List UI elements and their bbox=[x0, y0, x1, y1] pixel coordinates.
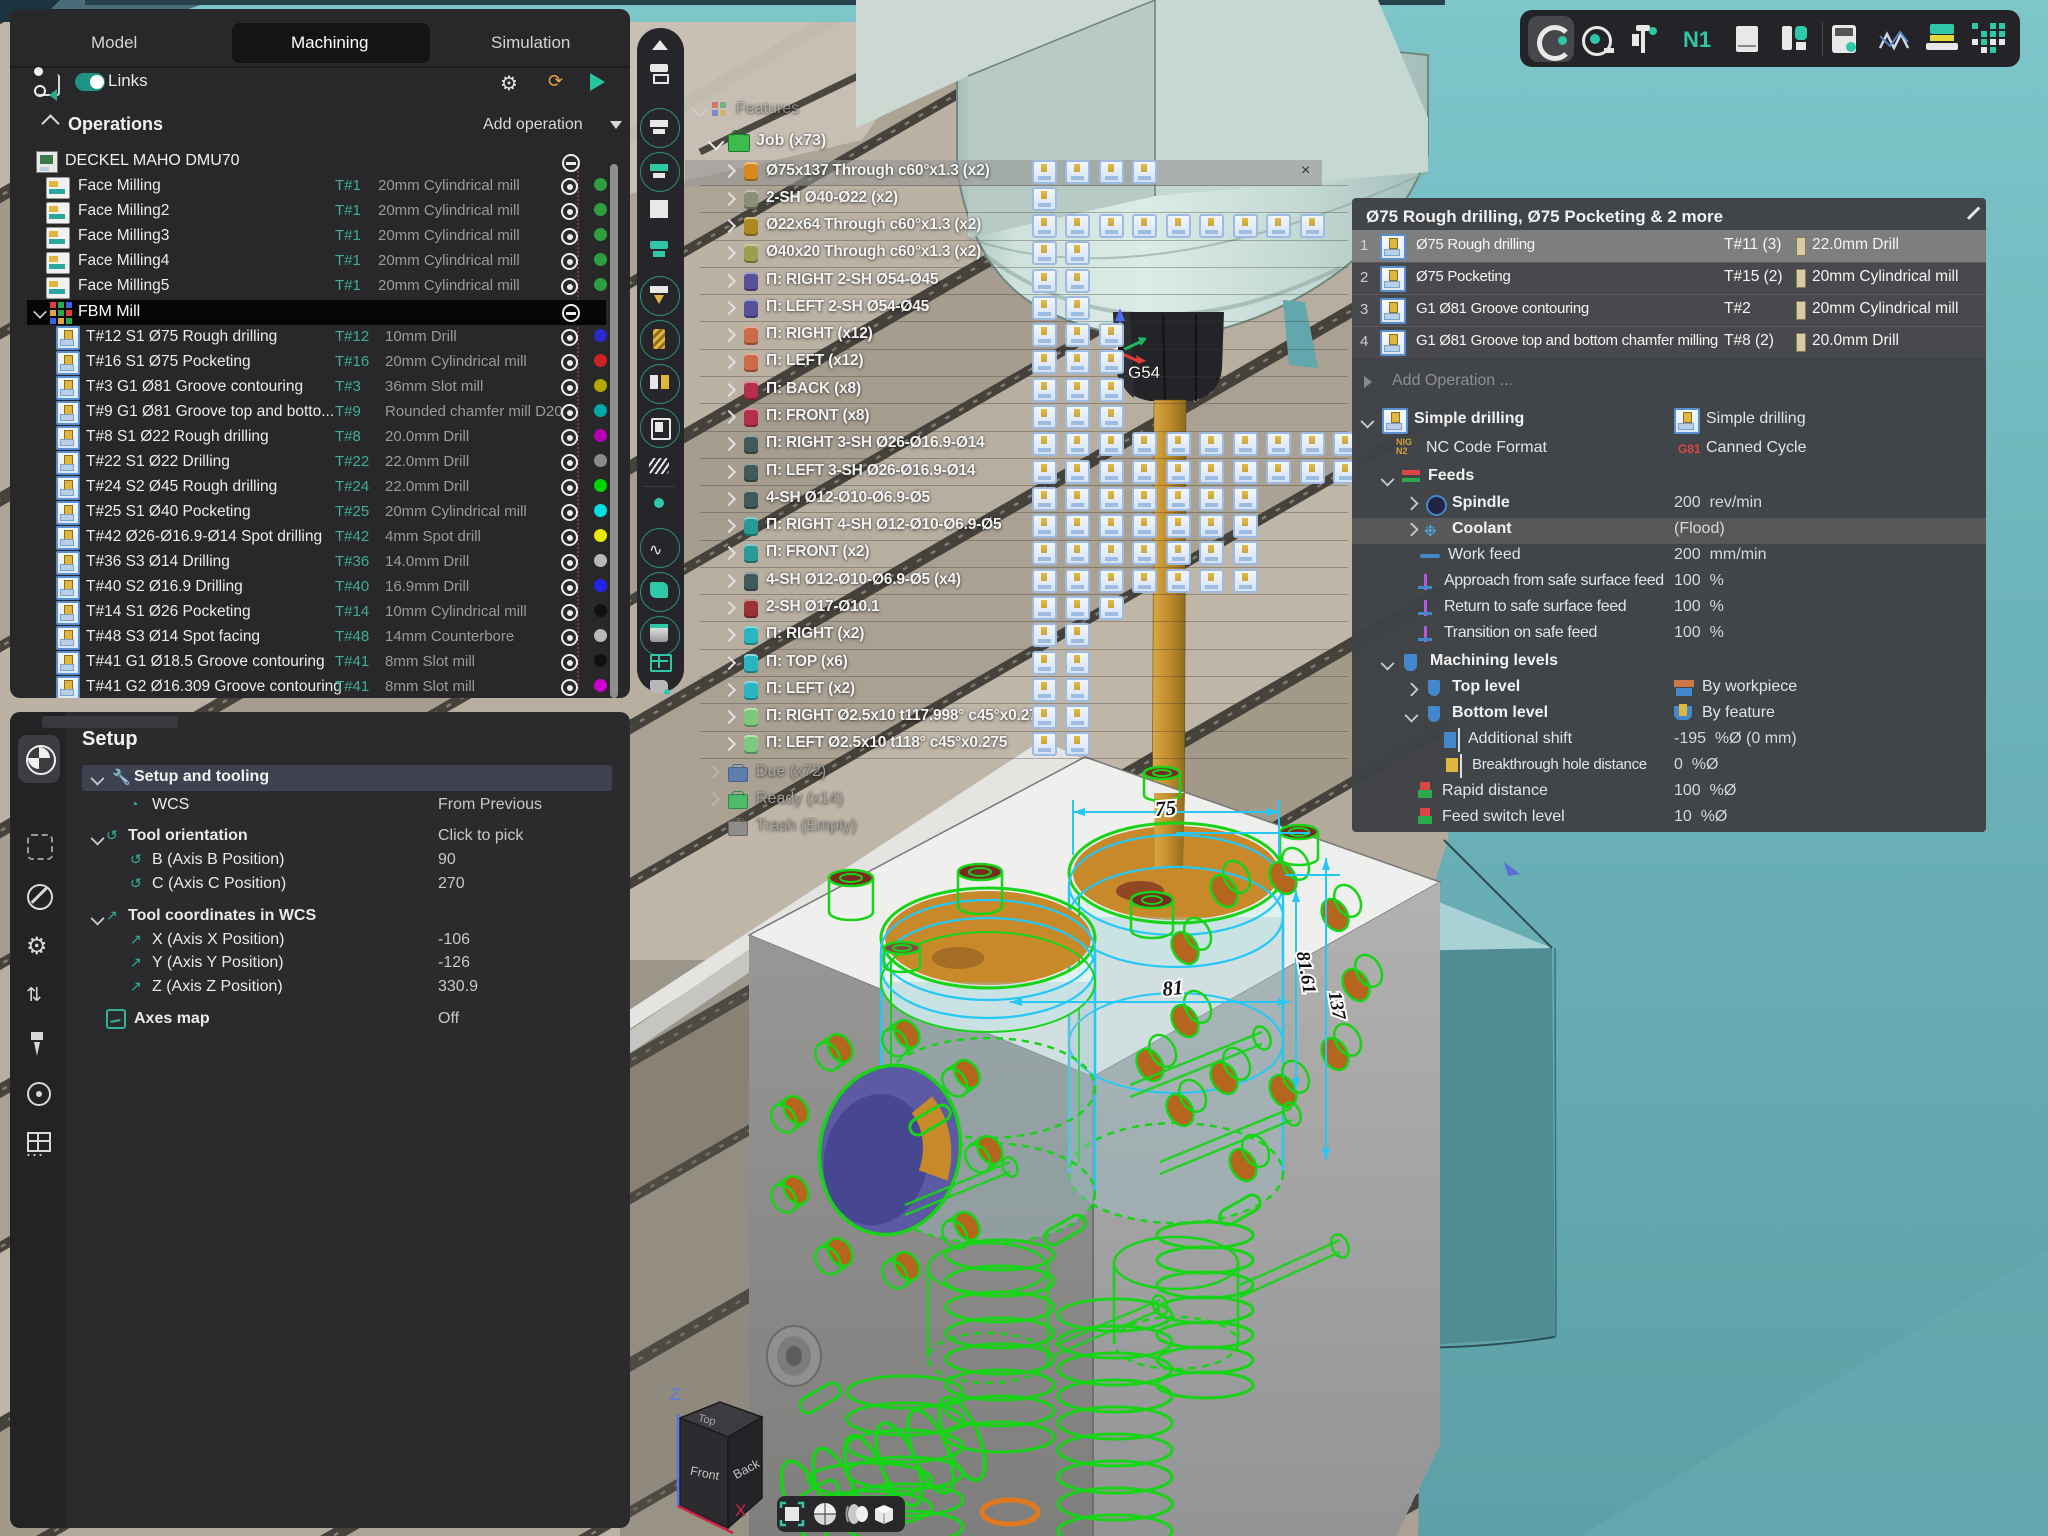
svg-text:75: 75 bbox=[1154, 795, 1177, 821]
svg-text:81: 81 bbox=[1161, 975, 1184, 1001]
svg-text:X: X bbox=[735, 1501, 746, 1520]
svg-text:Z: Z bbox=[670, 1385, 680, 1404]
svg-text:G54: G54 bbox=[1128, 363, 1160, 382]
